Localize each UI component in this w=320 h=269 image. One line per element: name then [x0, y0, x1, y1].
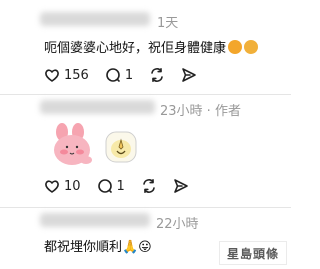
like-count: 156 — [64, 67, 89, 83]
blurred-user-info — [40, 213, 150, 227]
reply-button[interactable]: 1 — [105, 67, 133, 83]
like-count: 10 — [64, 178, 81, 194]
comment-icon — [97, 179, 112, 193]
comment-actions: 156 1 — [44, 66, 213, 84]
comment-text-content: 呃個婆婆心地好，祝佢身體健康 — [44, 41, 227, 56]
comment-timestamp: 1天 — [157, 16, 179, 31]
comment-divider — [0, 207, 291, 208]
reply-button[interactable]: 1 — [97, 178, 125, 194]
repost-icon — [151, 68, 163, 82]
blurred-user-info — [40, 100, 155, 114]
reply-count: 1 — [124, 67, 134, 83]
heart-eyes-emoji-icon — [228, 40, 243, 54]
comment-text: 都祝埋你順利🙏😛 — [44, 240, 152, 255]
repost-icon — [143, 179, 155, 193]
repost-button[interactable] — [141, 178, 157, 194]
send-icon — [174, 179, 188, 193]
comment-timestamp: 22小時 — [156, 217, 199, 232]
like-button[interactable]: 10 — [44, 178, 81, 194]
heart-icon — [45, 180, 59, 193]
reply-count: 1 — [116, 178, 125, 194]
smiling-heart-emoji-icon — [244, 40, 259, 54]
pink-bunny-sticker — [48, 122, 96, 168]
comment-actions: 10 1 — [44, 177, 205, 195]
heart-icon — [45, 69, 59, 82]
comment-icon — [106, 68, 120, 82]
blurred-user-info — [40, 12, 150, 26]
comment-text: 呃個婆婆心地好，祝佢身體健康 — [44, 37, 259, 56]
share-button[interactable] — [173, 178, 189, 194]
share-button[interactable] — [181, 67, 197, 83]
prayer-sticker-icon — [105, 131, 137, 163]
repost-button[interactable] — [149, 67, 165, 83]
watermark-logo: 星島頭條 — [219, 241, 287, 265]
send-icon — [182, 68, 196, 82]
folded-hands-sticker — [104, 130, 138, 164]
comment-timestamp: 23小時 · 作者 — [160, 104, 241, 119]
bunny-sticker-icon — [54, 123, 92, 165]
like-button[interactable]: 156 — [44, 67, 89, 83]
comment-divider — [0, 94, 291, 95]
